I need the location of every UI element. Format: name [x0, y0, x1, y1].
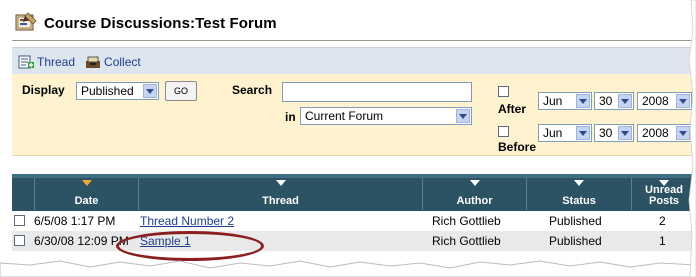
- thread-link[interactable]: Sample 1: [140, 234, 191, 248]
- scope-select-value: Current Forum: [305, 109, 384, 123]
- search-input[interactable]: [282, 82, 472, 102]
- torn-edge-bottom: [0, 260, 696, 277]
- table-header: Date Thread Author Status Unread Posts: [12, 174, 696, 214]
- collect-button-label: Collect: [104, 54, 141, 69]
- row-author: Rich Gottlieb: [432, 214, 501, 228]
- search-label: Search: [232, 83, 273, 97]
- row-date: 6/30/08 12:09 PM: [34, 234, 129, 248]
- thread-button[interactable]: Thread: [18, 55, 75, 69]
- threads-table: Date Thread Author Status Unread Posts 6…: [12, 174, 696, 251]
- go-button[interactable]: GO: [165, 81, 197, 101]
- before-day-select[interactable]: 30: [594, 124, 634, 142]
- chevron-down-icon: [456, 109, 470, 123]
- display-select-value: Published: [81, 84, 134, 98]
- before-month-value: Jun: [543, 126, 563, 140]
- title-divider: [12, 40, 696, 41]
- table-row: 6/30/08 12:09 PM Sample 1 Rich Gottlieb …: [12, 231, 696, 251]
- sort-arrow-icon: [659, 180, 669, 186]
- after-month-select[interactable]: Jun: [538, 92, 592, 110]
- after-day-select[interactable]: 30: [594, 92, 634, 110]
- row-unread-count: 2: [659, 214, 666, 228]
- collect-icon: [85, 55, 101, 69]
- thread-button-label: Thread: [37, 54, 76, 69]
- chevron-down-icon: [618, 126, 632, 140]
- after-month-value: Jun: [543, 94, 563, 108]
- after-day-value: 30: [599, 94, 613, 108]
- row-unread-count: 1: [659, 234, 666, 248]
- column-header-status-label: Status: [562, 195, 596, 207]
- sort-arrow-icon: [469, 180, 480, 186]
- display-label: Display: [22, 83, 65, 97]
- column-header-date-label: Date: [74, 195, 99, 207]
- column-header-date[interactable]: Date: [35, 178, 138, 210]
- row-status: Published: [549, 234, 602, 248]
- sort-arrow-icon: [275, 180, 286, 186]
- chevron-down-icon: [618, 94, 632, 108]
- column-header-select: [12, 178, 34, 210]
- row-select-checkbox[interactable]: [14, 215, 25, 226]
- thread-link[interactable]: Thread Number 2: [140, 214, 234, 228]
- collect-button[interactable]: Collect: [85, 55, 141, 69]
- before-label: Before: [498, 140, 537, 154]
- after-label: After: [498, 102, 527, 116]
- before-month-select[interactable]: Jun: [538, 124, 592, 142]
- page-header: Course Discussions:Test Forum: [14, 10, 277, 36]
- before-year-select[interactable]: 2008: [637, 124, 692, 142]
- sort-arrow-icon: [574, 180, 584, 186]
- chevron-down-icon: [576, 94, 590, 108]
- display-select[interactable]: Published: [76, 82, 159, 100]
- before-checkbox[interactable]: [498, 126, 509, 137]
- discussion-board-icon: [14, 12, 38, 34]
- after-year-value: 2008: [642, 94, 669, 108]
- sort-arrow-icon: [81, 180, 92, 186]
- row-select-checkbox[interactable]: [14, 235, 25, 246]
- filter-panel: Display Published GO Search in Current F…: [12, 74, 696, 156]
- column-header-author-label: Author: [456, 195, 493, 207]
- chevron-down-icon: [143, 84, 157, 98]
- page: Course Discussions:Test Forum Thread Col…: [0, 0, 696, 277]
- add-thread-icon: [18, 55, 34, 69]
- column-header-status[interactable]: Status: [527, 178, 631, 210]
- column-header-unread-label-line2: Posts: [649, 195, 679, 207]
- action-toolbar: Thread Collect: [12, 47, 696, 75]
- page-title: Course Discussions:Test Forum: [44, 14, 277, 32]
- column-header-thread[interactable]: Thread: [139, 178, 422, 210]
- row-date: 6/5/08 1:17 PM: [34, 214, 116, 228]
- in-label: in: [285, 110, 296, 124]
- torn-edge-right: [688, 0, 696, 277]
- after-checkbox[interactable]: [498, 86, 509, 97]
- column-header-author[interactable]: Author: [423, 178, 526, 210]
- column-header-thread-label: Thread: [262, 195, 299, 207]
- before-year-value: 2008: [642, 126, 669, 140]
- before-day-value: 30: [599, 126, 613, 140]
- after-year-select[interactable]: 2008: [637, 92, 692, 110]
- scope-select[interactable]: Current Forum: [300, 107, 472, 125]
- chevron-down-icon: [576, 126, 590, 140]
- row-status: Published: [549, 214, 602, 228]
- table-row: 6/5/08 1:17 PM Thread Number 2 Rich Gott…: [12, 211, 696, 231]
- row-author: Rich Gottlieb: [432, 234, 501, 248]
